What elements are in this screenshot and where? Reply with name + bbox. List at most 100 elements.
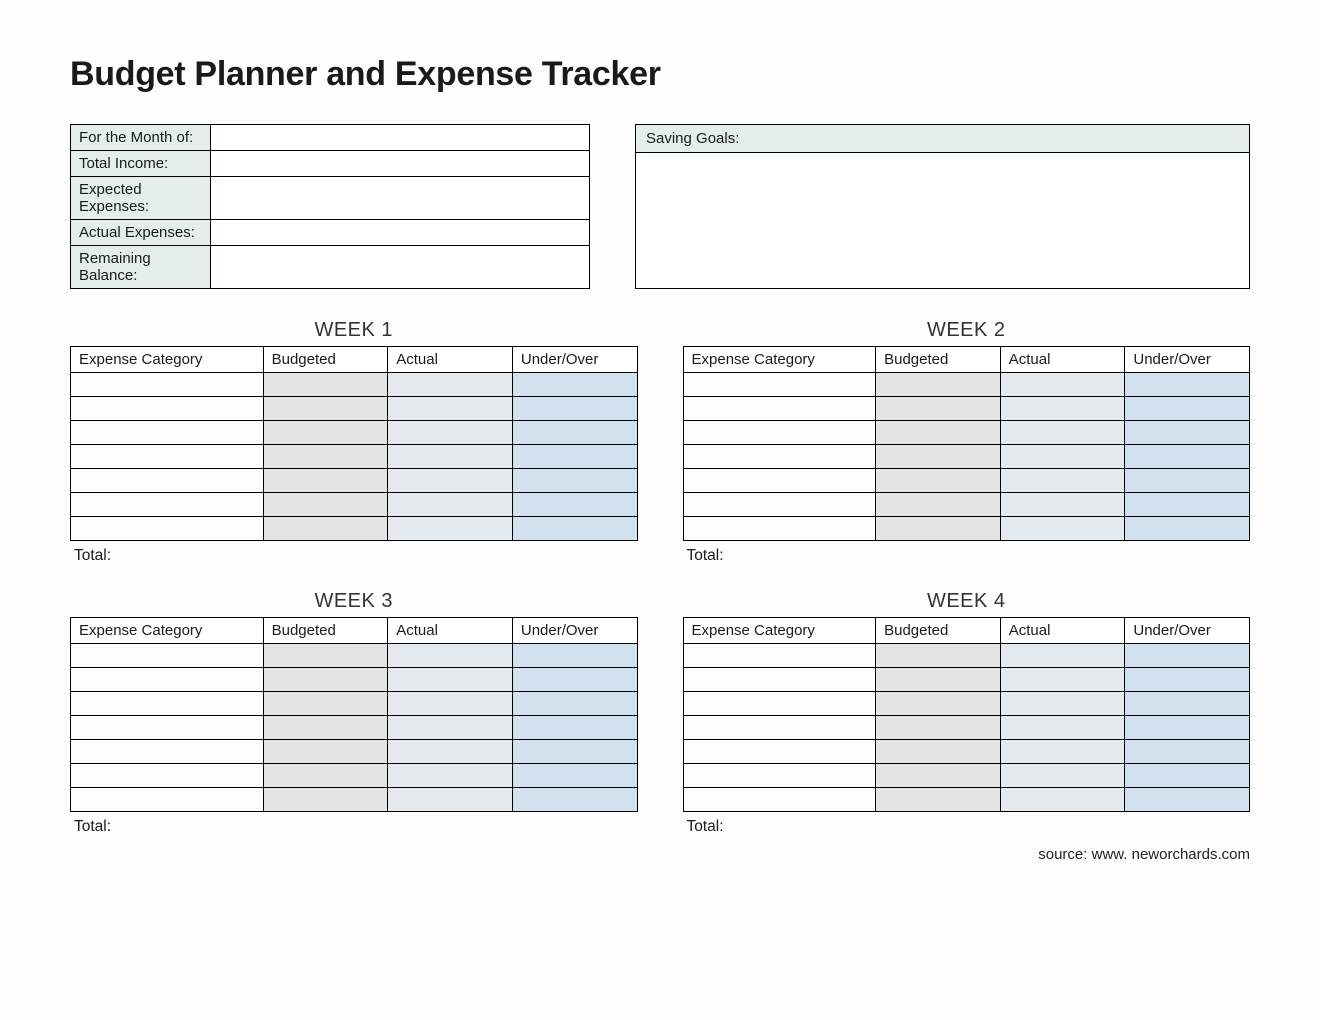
expense-category-cell[interactable] (683, 764, 876, 788)
expense-category-cell[interactable] (683, 517, 876, 541)
actual-cell[interactable] (388, 421, 513, 445)
budgeted-cell[interactable] (263, 493, 388, 517)
budgeted-cell[interactable] (263, 469, 388, 493)
expense-category-cell[interactable] (71, 493, 264, 517)
actual-cell[interactable] (388, 373, 513, 397)
actual-cell[interactable] (1000, 373, 1125, 397)
under-over-cell[interactable] (1125, 493, 1250, 517)
budgeted-cell[interactable] (876, 421, 1001, 445)
expense-category-cell[interactable] (71, 764, 264, 788)
budgeted-cell[interactable] (263, 421, 388, 445)
under-over-cell[interactable] (512, 764, 637, 788)
budgeted-cell[interactable] (876, 788, 1001, 812)
actual-cell[interactable] (388, 517, 513, 541)
budgeted-cell[interactable] (876, 445, 1001, 469)
expense-category-cell[interactable] (683, 644, 876, 668)
under-over-cell[interactable] (1125, 644, 1250, 668)
expense-category-cell[interactable] (71, 740, 264, 764)
expense-category-cell[interactable] (683, 716, 876, 740)
budgeted-cell[interactable] (263, 445, 388, 469)
budgeted-cell[interactable] (876, 644, 1001, 668)
budgeted-cell[interactable] (263, 517, 388, 541)
actual-cell[interactable] (1000, 517, 1125, 541)
under-over-cell[interactable] (1125, 469, 1250, 493)
summary-value[interactable] (211, 220, 590, 246)
under-over-cell[interactable] (512, 445, 637, 469)
summary-value[interactable] (211, 246, 590, 289)
under-over-cell[interactable] (512, 493, 637, 517)
budgeted-cell[interactable] (263, 373, 388, 397)
actual-cell[interactable] (388, 469, 513, 493)
expense-category-cell[interactable] (683, 373, 876, 397)
budgeted-cell[interactable] (876, 716, 1001, 740)
budgeted-cell[interactable] (263, 764, 388, 788)
summary-value[interactable] (211, 125, 590, 151)
under-over-cell[interactable] (512, 644, 637, 668)
actual-cell[interactable] (1000, 421, 1125, 445)
expense-category-cell[interactable] (71, 788, 264, 812)
actual-cell[interactable] (1000, 764, 1125, 788)
budgeted-cell[interactable] (263, 644, 388, 668)
under-over-cell[interactable] (512, 716, 637, 740)
budgeted-cell[interactable] (876, 493, 1001, 517)
under-over-cell[interactable] (1125, 716, 1250, 740)
under-over-cell[interactable] (1125, 373, 1250, 397)
under-over-cell[interactable] (1125, 397, 1250, 421)
under-over-cell[interactable] (1125, 788, 1250, 812)
expense-category-cell[interactable] (71, 692, 264, 716)
budgeted-cell[interactable] (876, 740, 1001, 764)
expense-category-cell[interactable] (683, 445, 876, 469)
budgeted-cell[interactable] (263, 668, 388, 692)
expense-category-cell[interactable] (683, 788, 876, 812)
under-over-cell[interactable] (512, 373, 637, 397)
budgeted-cell[interactable] (263, 692, 388, 716)
expense-category-cell[interactable] (71, 469, 264, 493)
actual-cell[interactable] (1000, 469, 1125, 493)
expense-category-cell[interactable] (71, 644, 264, 668)
budgeted-cell[interactable] (876, 764, 1001, 788)
under-over-cell[interactable] (512, 397, 637, 421)
expense-category-cell[interactable] (71, 397, 264, 421)
under-over-cell[interactable] (1125, 421, 1250, 445)
actual-cell[interactable] (388, 493, 513, 517)
expense-category-cell[interactable] (683, 668, 876, 692)
actual-cell[interactable] (388, 740, 513, 764)
summary-value[interactable] (211, 151, 590, 177)
budgeted-cell[interactable] (263, 397, 388, 421)
expense-category-cell[interactable] (71, 517, 264, 541)
budgeted-cell[interactable] (876, 692, 1001, 716)
budgeted-cell[interactable] (876, 397, 1001, 421)
under-over-cell[interactable] (512, 421, 637, 445)
expense-category-cell[interactable] (683, 740, 876, 764)
actual-cell[interactable] (388, 716, 513, 740)
actual-cell[interactable] (388, 668, 513, 692)
actual-cell[interactable] (388, 788, 513, 812)
actual-cell[interactable] (388, 692, 513, 716)
budgeted-cell[interactable] (876, 469, 1001, 493)
actual-cell[interactable] (388, 764, 513, 788)
actual-cell[interactable] (1000, 716, 1125, 740)
actual-cell[interactable] (1000, 644, 1125, 668)
expense-category-cell[interactable] (71, 668, 264, 692)
actual-cell[interactable] (388, 445, 513, 469)
actual-cell[interactable] (1000, 445, 1125, 469)
under-over-cell[interactable] (512, 517, 637, 541)
actual-cell[interactable] (388, 644, 513, 668)
expense-category-cell[interactable] (683, 421, 876, 445)
under-over-cell[interactable] (1125, 445, 1250, 469)
actual-cell[interactable] (1000, 668, 1125, 692)
budgeted-cell[interactable] (263, 716, 388, 740)
actual-cell[interactable] (1000, 397, 1125, 421)
expense-category-cell[interactable] (71, 421, 264, 445)
under-over-cell[interactable] (512, 788, 637, 812)
expense-category-cell[interactable] (683, 469, 876, 493)
budgeted-cell[interactable] (876, 517, 1001, 541)
under-over-cell[interactable] (1125, 668, 1250, 692)
under-over-cell[interactable] (1125, 740, 1250, 764)
saving-goals-body[interactable] (636, 153, 1249, 288)
budgeted-cell[interactable] (263, 740, 388, 764)
actual-cell[interactable] (1000, 740, 1125, 764)
under-over-cell[interactable] (512, 668, 637, 692)
under-over-cell[interactable] (512, 740, 637, 764)
budgeted-cell[interactable] (876, 373, 1001, 397)
